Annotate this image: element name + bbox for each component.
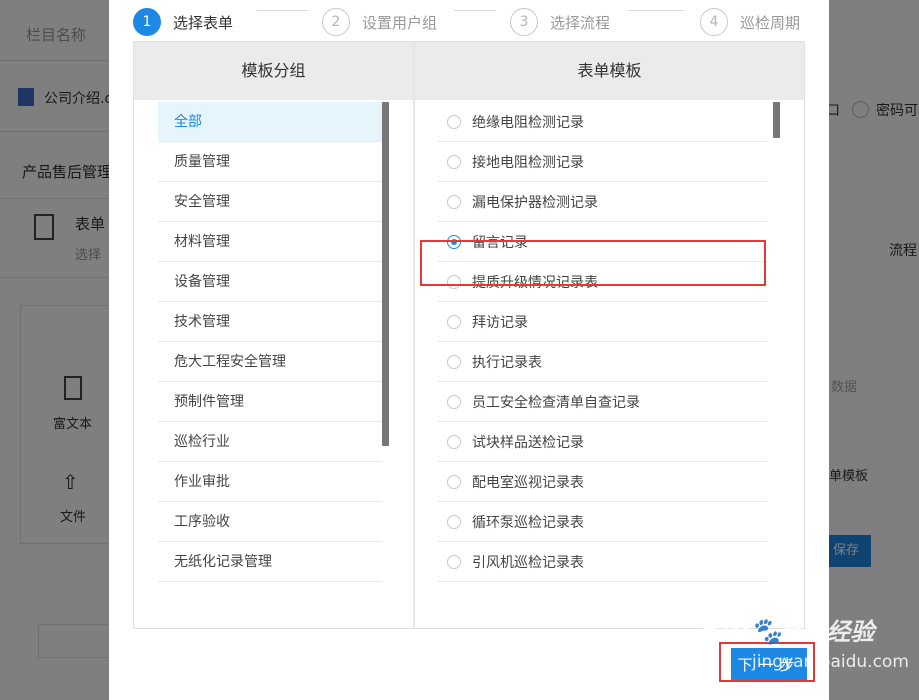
step-connector <box>454 10 496 11</box>
group-item[interactable]: 技术管理 <box>158 302 382 342</box>
group-scrollbar[interactable] <box>382 102 389 446</box>
group-column-title: 模板分组 <box>241 61 306 80</box>
template-picker-panel: 模板分组 表单模板 全部 质量管理 安全管理 材料管理 设备管理 技术管理 危大工程安全管理… <box>133 41 805 629</box>
template-column-title: 表单模板 <box>577 61 642 80</box>
radio-icon[interactable] <box>447 114 461 129</box>
radio-icon[interactable] <box>447 354 461 369</box>
template-item[interactable]: 引风机巡检记录表 <box>437 542 767 582</box>
group-item[interactable]: 质量管理 <box>158 142 382 182</box>
template-label: 拜访记录 <box>472 314 528 331</box>
step-number: 3 <box>510 8 538 36</box>
template-item[interactable]: 循环泵巡检记录表 <box>437 502 767 542</box>
group-item[interactable]: 巡检行业 <box>158 422 382 462</box>
step-1[interactable]: 1 选择表单 <box>133 8 233 36</box>
group-item[interactable]: 全部 <box>158 102 382 142</box>
template-label: 接地电阻检测记录 <box>472 154 584 171</box>
group-item[interactable]: 预制件管理 <box>158 382 382 422</box>
radio-icon[interactable] <box>447 154 461 169</box>
template-label: 漏电保护器检测记录 <box>472 194 598 211</box>
group-item[interactable]: 作业审批 <box>158 462 382 502</box>
selection-highlight <box>420 240 766 286</box>
step-2[interactable]: 2 设置用户组 <box>322 8 437 36</box>
template-item[interactable]: 绝缘电阻检测记录 <box>437 102 767 142</box>
template-item[interactable]: 拜访记录 <box>437 302 767 342</box>
radio-icon[interactable] <box>447 314 461 329</box>
step-4[interactable]: 4 巡检周期 <box>700 8 800 36</box>
radio-icon[interactable] <box>447 474 461 489</box>
template-label: 循环泵巡检记录表 <box>472 514 584 531</box>
template-item[interactable]: 配电室巡视记录表 <box>437 462 767 502</box>
group-item[interactable]: 无纸化记录管理 <box>158 542 382 582</box>
select-form-dialog: 1 选择表单 2 设置用户组 3 选择流程 4 巡检周期 模板分组 表单模板 全… <box>109 0 829 700</box>
step-label: 设置用户组 <box>362 13 438 32</box>
step-connector <box>257 10 309 11</box>
template-item[interactable]: 执行记录表 <box>437 342 767 382</box>
step-number: 1 <box>133 8 161 36</box>
template-label: 配电室巡视记录表 <box>472 474 584 491</box>
column-divider <box>413 42 415 628</box>
step-label: 选择表单 <box>173 13 234 32</box>
group-item[interactable]: 工序验收 <box>158 502 382 542</box>
step-label: 巡检周期 <box>740 13 801 32</box>
radio-icon[interactable] <box>447 554 461 569</box>
step-connector <box>627 10 685 11</box>
template-item[interactable]: 漏电保护器检测记录 <box>437 182 767 222</box>
step-number: 2 <box>322 8 350 36</box>
step-number: 4 <box>700 8 728 36</box>
template-label: 引风机巡检记录表 <box>472 554 584 571</box>
watermark-logo: Bai🐾du 经验 <box>700 614 875 647</box>
panel-header: 模板分组 表单模板 <box>134 42 804 100</box>
template-label: 绝缘电阻检测记录 <box>472 114 584 131</box>
template-list: 绝缘电阻检测记录 接地电阻检测记录 漏电保护器检测记录 留言记录 提质升级情况记录表 拜访… <box>437 102 767 582</box>
radio-icon[interactable] <box>447 394 461 409</box>
radio-icon[interactable] <box>447 434 461 449</box>
group-item[interactable]: 危大工程安全管理 <box>158 342 382 382</box>
group-item[interactable]: 材料管理 <box>158 222 382 262</box>
group-list: 全部 质量管理 安全管理 材料管理 设备管理 技术管理 危大工程安全管理 预制件管理 巡检行业作… <box>158 102 382 582</box>
template-item[interactable]: 员工安全检查清单自查记录 <box>437 382 767 422</box>
template-label: 执行记录表 <box>472 354 542 371</box>
template-item[interactable]: 接地电阻检测记录 <box>437 142 767 182</box>
radio-icon[interactable] <box>447 514 461 529</box>
wizard-steps: 1 选择表单 2 设置用户组 3 选择流程 4 巡检周期 <box>109 0 829 40</box>
group-item[interactable]: 安全管理 <box>158 182 382 222</box>
step-label: 选择流程 <box>550 13 611 32</box>
group-item[interactable]: 设备管理 <box>158 262 382 302</box>
template-label: 员工安全检查清单自查记录 <box>472 394 640 411</box>
step-3[interactable]: 3 选择流程 <box>510 8 610 36</box>
watermark-url: jingyan.baidu.com <box>752 652 909 672</box>
radio-icon[interactable] <box>447 194 461 209</box>
template-item[interactable]: 试块样品送检记录 <box>437 422 767 462</box>
template-label: 试块样品送检记录 <box>472 434 584 451</box>
template-scrollbar[interactable] <box>773 102 780 138</box>
